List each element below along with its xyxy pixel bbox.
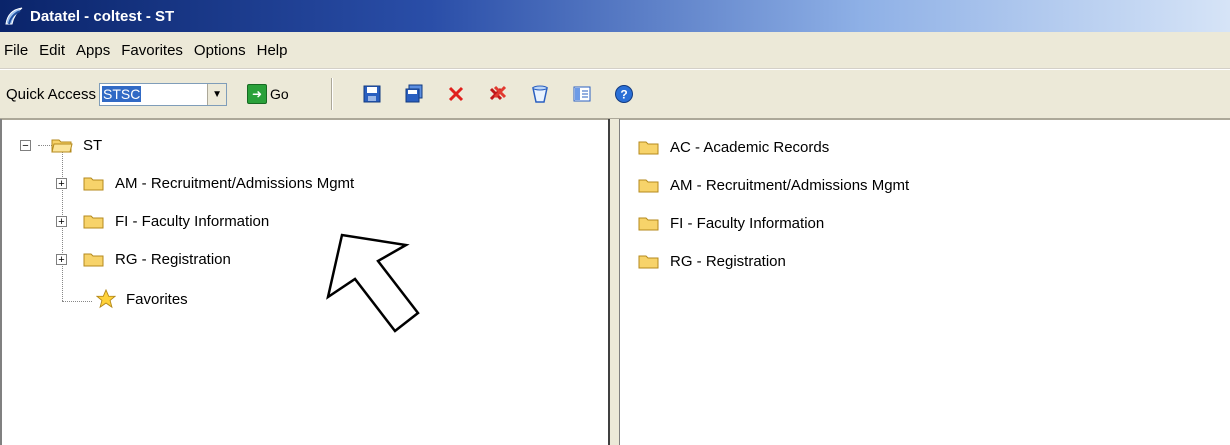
list-pane[interactable]: AC - Academic Records AM - Recruitment/A…	[620, 119, 1230, 445]
window-title: Datatel - coltest - ST	[30, 7, 175, 25]
expand-icon[interactable]: +	[56, 215, 67, 227]
tree-item-label: AM - Recruitment/Admissions Mgmt	[115, 174, 355, 192]
menu-help[interactable]: Help	[253, 42, 295, 59]
title-bar[interactable]: Datatel - coltest - ST	[0, 0, 1230, 32]
save-all-icon[interactable]	[403, 83, 425, 105]
svg-text:?: ?	[620, 88, 627, 102]
tree-pane[interactable]: − ST + AM - Recruitment/Admissions Mgmt …	[0, 119, 608, 445]
help-icon[interactable]: ?	[613, 83, 635, 105]
menu-bar: File Edit Apps Favorites Options Help	[0, 32, 1230, 69]
expand-icon[interactable]: +	[56, 177, 67, 189]
quick-access-combo[interactable]: STSC ▼	[99, 82, 228, 106]
clear-icon[interactable]	[529, 83, 551, 105]
quick-access-input[interactable]: STSC	[100, 84, 207, 105]
list-item-fi[interactable]: FI - Faculty Information	[638, 211, 824, 235]
list-item-am[interactable]: AM - Recruitment/Admissions Mgmt	[638, 173, 909, 197]
tree-item-label: Favorites	[126, 290, 188, 308]
go-button[interactable]: ➜ Go	[247, 84, 289, 104]
quick-access-label: Quick Access	[6, 85, 97, 103]
collapse-icon[interactable]: −	[20, 139, 31, 151]
list-item-rg[interactable]: RG - Registration	[638, 249, 786, 273]
cancel-icon[interactable]	[445, 83, 467, 105]
chevron-down-icon[interactable]: ▼	[207, 83, 227, 105]
tree-item-rg[interactable]: + RG - Registration	[56, 247, 231, 271]
tree-item-favorites[interactable]: Favorites	[96, 287, 188, 311]
pane-splitter[interactable]	[608, 119, 620, 445]
save-icon[interactable]	[361, 83, 383, 105]
tree-item-am[interactable]: + AM - Recruitment/Admissions Mgmt	[56, 171, 354, 195]
list-item-ac[interactable]: AC - Academic Records	[638, 135, 829, 159]
open-folder-icon	[51, 139, 73, 153]
folder-icon	[638, 141, 659, 155]
folder-icon	[83, 177, 104, 191]
menu-options[interactable]: Options	[190, 42, 253, 59]
folder-icon	[83, 253, 104, 267]
list-item-label: FI - Faculty Information	[670, 214, 825, 232]
cancel-all-icon[interactable]	[487, 83, 509, 105]
menu-favorites[interactable]: Favorites	[117, 42, 190, 59]
tree-connector	[62, 301, 92, 302]
list-icon[interactable]	[571, 83, 593, 105]
tree-item-label: RG - Registration	[115, 250, 231, 268]
folder-icon	[638, 217, 659, 231]
go-label: Go	[270, 86, 289, 102]
pointer-arrow-icon	[326, 233, 420, 333]
go-arrow-icon: ➜	[247, 84, 268, 104]
tree-root-st[interactable]: − ST	[20, 133, 102, 157]
star-icon	[96, 289, 116, 309]
tree-item-fi[interactable]: + FI - Faculty Information	[56, 209, 269, 233]
menu-file[interactable]: File	[0, 42, 35, 59]
menu-apps[interactable]: Apps	[72, 42, 117, 59]
list-item-label: AM - Recruitment/Admissions Mgmt	[670, 176, 910, 194]
toolbar: Quick Access STSC ▼ ➜ Go ?	[0, 69, 1230, 120]
folder-icon	[83, 215, 104, 229]
tree-root-label: ST	[83, 136, 103, 154]
toolbar-separator	[330, 78, 333, 110]
content-panes: − ST + AM - Recruitment/Admissions Mgmt …	[0, 119, 1230, 445]
folder-icon	[638, 255, 659, 269]
list-item-label: AC - Academic Records	[670, 138, 830, 156]
tree-item-label: FI - Faculty Information	[115, 212, 270, 230]
menu-edit[interactable]: Edit	[35, 42, 72, 59]
expand-icon[interactable]: +	[56, 253, 67, 265]
folder-icon	[638, 179, 659, 193]
datatel-app-icon	[5, 7, 23, 25]
list-item-label: RG - Registration	[670, 252, 786, 270]
